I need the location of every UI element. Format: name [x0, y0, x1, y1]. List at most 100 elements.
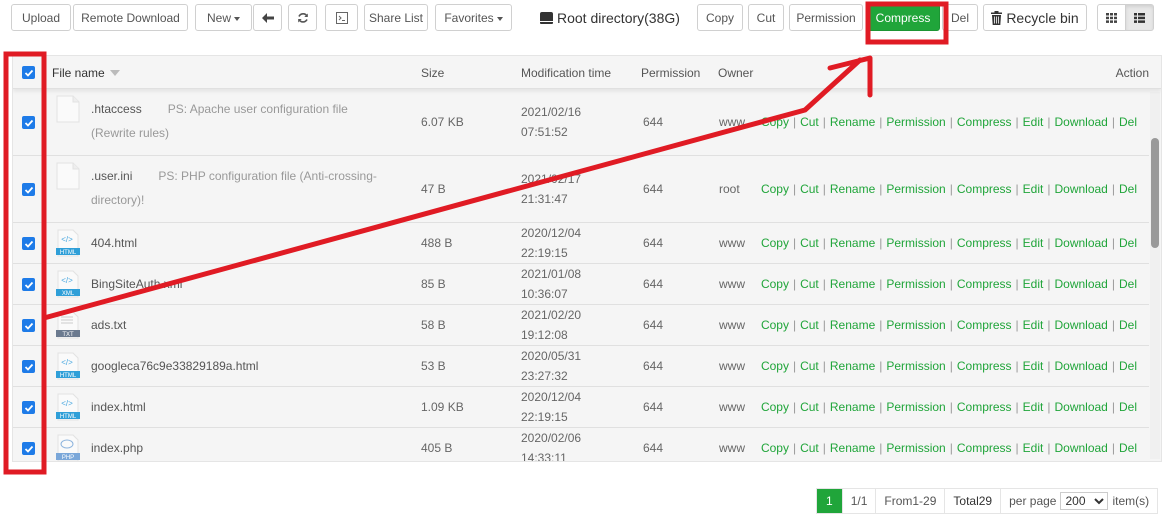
- root-directory-label[interactable]: Root directory(38G): [540, 4, 680, 31]
- refresh-button[interactable]: [288, 4, 317, 31]
- row-checkbox[interactable]: [22, 360, 35, 373]
- action-del-link[interactable]: Del: [1119, 277, 1137, 291]
- action-copy-link[interactable]: Copy: [761, 277, 789, 291]
- file-permission-text[interactable]: 644: [643, 115, 663, 129]
- action-copy-link[interactable]: Copy: [761, 359, 789, 373]
- action-edit-link[interactable]: Edit: [1023, 236, 1044, 250]
- file-permission[interactable]: 644: [643, 156, 663, 222]
- action-del-link[interactable]: Del: [1119, 182, 1137, 196]
- per-page-select[interactable]: 200: [1060, 492, 1109, 510]
- file-name-cell[interactable]: index.php: [91, 428, 143, 461]
- action-compress-link[interactable]: Compress: [957, 236, 1012, 250]
- compress-button[interactable]: Compress: [866, 4, 940, 31]
- file-name-cell[interactable]: ads.txt: [91, 305, 126, 345]
- action-del-link[interactable]: Del: [1119, 236, 1137, 250]
- file-name[interactable]: 404.html: [91, 236, 137, 250]
- file-permission[interactable]: 644: [643, 264, 663, 304]
- file-permission[interactable]: 644: [643, 346, 663, 386]
- action-download-link[interactable]: Download: [1054, 359, 1107, 373]
- page-1-button[interactable]: 1: [817, 489, 843, 513]
- table-row[interactable]: PHP index.php 405 B 2020/02/06 14:33:11 6…: [13, 428, 1149, 461]
- action-compress-link[interactable]: Compress: [957, 400, 1012, 414]
- action-rename-link[interactable]: Rename: [830, 359, 875, 373]
- table-row[interactable]: </> XML BingSiteAuth.xml 85 B 2021/01/08 1…: [13, 264, 1149, 305]
- action-copy-link[interactable]: Copy: [761, 236, 789, 250]
- file-permission-text[interactable]: 644: [643, 400, 663, 414]
- new-dropdown-button[interactable]: New: [195, 4, 252, 31]
- action-cut-link[interactable]: Cut: [800, 115, 819, 129]
- file-permission-text[interactable]: 644: [643, 318, 663, 332]
- action-copy-link[interactable]: Copy: [761, 318, 789, 332]
- file-permission-text[interactable]: 644: [643, 441, 663, 455]
- table-row[interactable]: .user.ini PS: PHP configuration file (An…: [13, 156, 1149, 223]
- action-download-link[interactable]: Download: [1054, 400, 1107, 414]
- row-checkbox[interactable]: [22, 401, 35, 414]
- action-permission-link[interactable]: Permission: [886, 115, 945, 129]
- upload-button[interactable]: Upload: [11, 4, 71, 31]
- file-permission-text[interactable]: 644: [643, 277, 663, 291]
- action-compress-link[interactable]: Compress: [957, 277, 1012, 291]
- remote-download-button[interactable]: Remote Download: [73, 4, 188, 31]
- size-header[interactable]: Size: [421, 56, 444, 89]
- action-cut-link[interactable]: Cut: [800, 400, 819, 414]
- file-name[interactable]: index.html: [91, 400, 146, 414]
- action-compress-link[interactable]: Compress: [957, 115, 1012, 129]
- grid-view-button[interactable]: [1097, 4, 1126, 31]
- file-name[interactable]: .user.ini: [91, 169, 132, 183]
- file-permission[interactable]: 644: [643, 387, 663, 427]
- action-compress-link[interactable]: Compress: [957, 359, 1012, 373]
- list-view-button[interactable]: [1125, 4, 1154, 31]
- action-compress-link[interactable]: Compress: [957, 318, 1012, 332]
- action-del-link[interactable]: Del: [1119, 115, 1137, 129]
- file-name[interactable]: index.php: [91, 441, 143, 455]
- share-list-button[interactable]: Share List: [364, 4, 428, 31]
- action-copy-link[interactable]: Copy: [761, 115, 789, 129]
- action-edit-link[interactable]: Edit: [1023, 182, 1044, 196]
- action-compress-link[interactable]: Compress: [957, 441, 1012, 455]
- scroll-thumb[interactable]: [1151, 138, 1159, 248]
- table-row[interactable]: </> HTML googleca76c9e33829189a.html 53 B…: [13, 346, 1149, 387]
- action-copy-link[interactable]: Copy: [761, 400, 789, 414]
- file-permission[interactable]: 644: [643, 89, 663, 155]
- action-cut-link[interactable]: Cut: [800, 318, 819, 332]
- table-row[interactable]: TXT ads.txt 58 B 2021/02/20 19:12:08 644 …: [13, 305, 1149, 346]
- copy-button[interactable]: Copy: [697, 4, 743, 31]
- file-permission-text[interactable]: 644: [643, 182, 663, 196]
- file-name-cell[interactable]: BingSiteAuth.xml: [91, 264, 182, 304]
- action-download-link[interactable]: Download: [1054, 318, 1107, 332]
- action-rename-link[interactable]: Rename: [830, 277, 875, 291]
- action-cut-link[interactable]: Cut: [800, 441, 819, 455]
- action-download-link[interactable]: Download: [1054, 182, 1107, 196]
- action-permission-link[interactable]: Permission: [886, 182, 945, 196]
- terminal-button[interactable]: [325, 4, 358, 31]
- action-del-link[interactable]: Del: [1119, 400, 1137, 414]
- action-edit-link[interactable]: Edit: [1023, 115, 1044, 129]
- file-permission[interactable]: 644: [643, 223, 663, 263]
- file-name[interactable]: ads.txt: [91, 318, 126, 332]
- favorites-dropdown-button[interactable]: Favorites: [435, 4, 512, 31]
- action-del-link[interactable]: Del: [1119, 441, 1137, 455]
- action-download-link[interactable]: Download: [1054, 236, 1107, 250]
- action-copy-link[interactable]: Copy: [761, 441, 789, 455]
- file-permission[interactable]: 644: [643, 428, 663, 461]
- table-row[interactable]: </> HTML 404.html 488 B 2020/12/04 22:19:1…: [13, 223, 1149, 264]
- file-name-header[interactable]: File name: [52, 56, 120, 89]
- action-rename-link[interactable]: Rename: [830, 318, 875, 332]
- row-checkbox[interactable]: [22, 183, 35, 196]
- file-name-cell[interactable]: index.html: [91, 387, 146, 427]
- action-permission-link[interactable]: Permission: [886, 277, 945, 291]
- file-name[interactable]: googleca76c9e33829189a.html: [91, 359, 258, 373]
- permission-button[interactable]: Permission: [789, 4, 863, 31]
- row-checkbox[interactable]: [22, 237, 35, 250]
- action-permission-link[interactable]: Permission: [886, 318, 945, 332]
- action-edit-link[interactable]: Edit: [1023, 400, 1044, 414]
- file-name-cell[interactable]: googleca76c9e33829189a.html: [91, 346, 258, 386]
- action-rename-link[interactable]: Rename: [830, 441, 875, 455]
- vertical-scrollbar[interactable]: [1150, 92, 1160, 459]
- del-button[interactable]: Del: [942, 4, 978, 31]
- action-rename-link[interactable]: Rename: [830, 115, 875, 129]
- action-edit-link[interactable]: Edit: [1023, 441, 1044, 455]
- row-checkbox[interactable]: [22, 442, 35, 455]
- cut-button[interactable]: Cut: [748, 4, 784, 31]
- file-permission-text[interactable]: 644: [643, 236, 663, 250]
